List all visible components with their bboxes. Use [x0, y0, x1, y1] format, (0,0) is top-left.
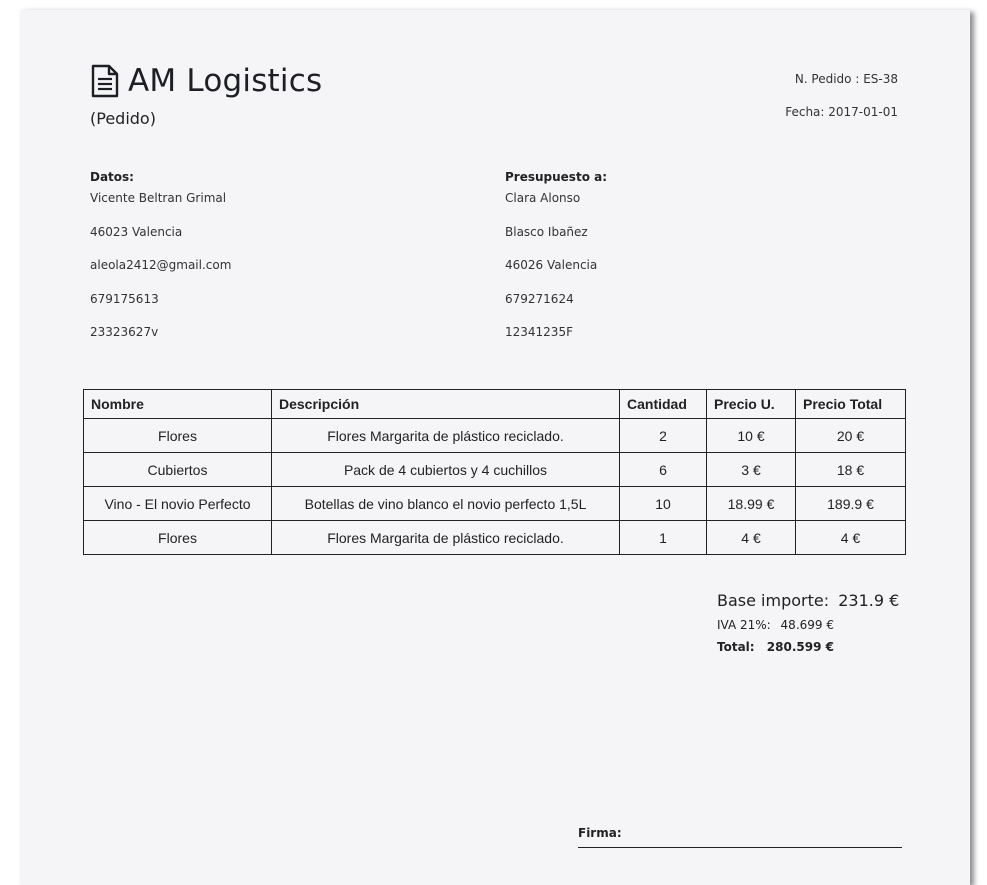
recipient-name: Clara Alonso: [505, 191, 581, 205]
cell-nombre: Cubiertos: [83, 452, 272, 487]
base-amount-label: Base importe:: [717, 591, 830, 610]
signature-label: Firma:: [578, 826, 622, 840]
total-label: Total:: [717, 640, 755, 654]
sender-id: 23323627v: [90, 325, 159, 339]
base-amount-value: 231.9 €: [838, 591, 900, 610]
order-number: N. Pedido : ES-38: [794, 72, 898, 86]
company-title: AM Logistics: [128, 63, 323, 99]
cell-precio-unitario: 10 €: [706, 418, 796, 453]
sender-name: Vicente Beltran Grimal: [90, 191, 227, 205]
sender-email: aleola2412@gmail.com: [90, 258, 232, 272]
table-row: Flores Flores Margarita de plástico reci…: [83, 520, 906, 555]
items-table: Nombre Descripción Cantidad Precio U. Pr…: [83, 389, 906, 555]
recipient-city: 46026 Valencia: [505, 258, 598, 272]
cell-precio-total: 18 €: [795, 452, 906, 487]
recipient-heading: Presupuesto a:: [505, 170, 608, 184]
total-value: 280.599 €: [766, 640, 834, 654]
cell-precio-unitario: 3 €: [706, 452, 796, 487]
iva-value: 48.699 €: [780, 618, 834, 632]
table-header-row: Nombre Descripción Cantidad Precio U. Pr…: [83, 389, 906, 419]
cell-precio-unitario: 18.99 €: [706, 486, 796, 521]
total-line: Total: 280.599 €: [717, 640, 899, 654]
cell-descripcion: Flores Margarita de plástico reciclado.: [271, 418, 620, 453]
table-row: Vino - El novio Perfecto Botellas de vin…: [83, 486, 906, 521]
cell-descripcion: Botellas de vino blanco el novio perfect…: [271, 486, 620, 521]
cell-precio-total: 189.9 €: [795, 486, 906, 521]
column-header-precio-unitario: Precio U.: [706, 389, 796, 419]
sender-block: Datos: Vicente Beltran Grimal 46023 Vale…: [90, 170, 231, 359]
cell-cantidad: 6: [619, 452, 707, 487]
iva-line: IVA 21%: 48.699 €: [717, 618, 899, 632]
column-header-descripcion: Descripción: [271, 389, 620, 419]
base-amount-line: Base importe: 231.9 €: [717, 591, 899, 610]
column-header-precio-total: Precio Total: [795, 389, 906, 419]
cell-descripcion: Flores Margarita de plástico reciclado.: [271, 520, 620, 555]
document-type: (Pedido): [90, 109, 156, 128]
signature-line: Firma:: [578, 826, 902, 848]
cell-descripcion: Pack de 4 cubiertos y 4 cuchillos: [271, 452, 620, 487]
cell-precio-total: 20 €: [795, 418, 906, 453]
recipient-phone: 679271624: [505, 291, 574, 306]
document-sheet: AM Logistics (Pedido) N. Pedido : ES-38 …: [20, 10, 970, 885]
sender-phone: 679175613: [90, 291, 159, 306]
recipient-block: Presupuesto a: Clara Alonso Blasco Ibañe…: [505, 170, 607, 359]
totals-block: Base importe: 231.9 € IVA 21%: 48.699 € …: [717, 591, 899, 654]
title-row: AM Logistics: [90, 63, 322, 99]
column-header-nombre: Nombre: [83, 389, 272, 419]
table-row: Flores Flores Margarita de plástico reci…: [83, 418, 906, 453]
cell-cantidad: 1: [619, 520, 707, 555]
table-row: Cubiertos Pack de 4 cubiertos y 4 cuchil…: [83, 452, 906, 487]
sender-city: 46023 Valencia: [90, 224, 183, 239]
cell-nombre: Flores: [83, 418, 272, 453]
recipient-id: 12341235F: [505, 325, 573, 339]
cell-precio-unitario: 4 €: [706, 520, 796, 555]
sender-heading: Datos:: [90, 170, 134, 184]
cell-precio-total: 4 €: [795, 520, 906, 555]
document-icon: [91, 64, 119, 98]
recipient-street: Blasco Ibañez: [505, 224, 588, 239]
column-header-cantidad: Cantidad: [619, 389, 707, 419]
cell-nombre: Flores: [83, 520, 272, 555]
iva-label: IVA 21%:: [717, 618, 771, 632]
cell-nombre: Vino - El novio Perfecto: [83, 486, 272, 521]
cell-cantidad: 2: [619, 418, 707, 453]
order-date: Fecha: 2017-01-01: [785, 105, 898, 119]
cell-cantidad: 10: [619, 486, 707, 521]
